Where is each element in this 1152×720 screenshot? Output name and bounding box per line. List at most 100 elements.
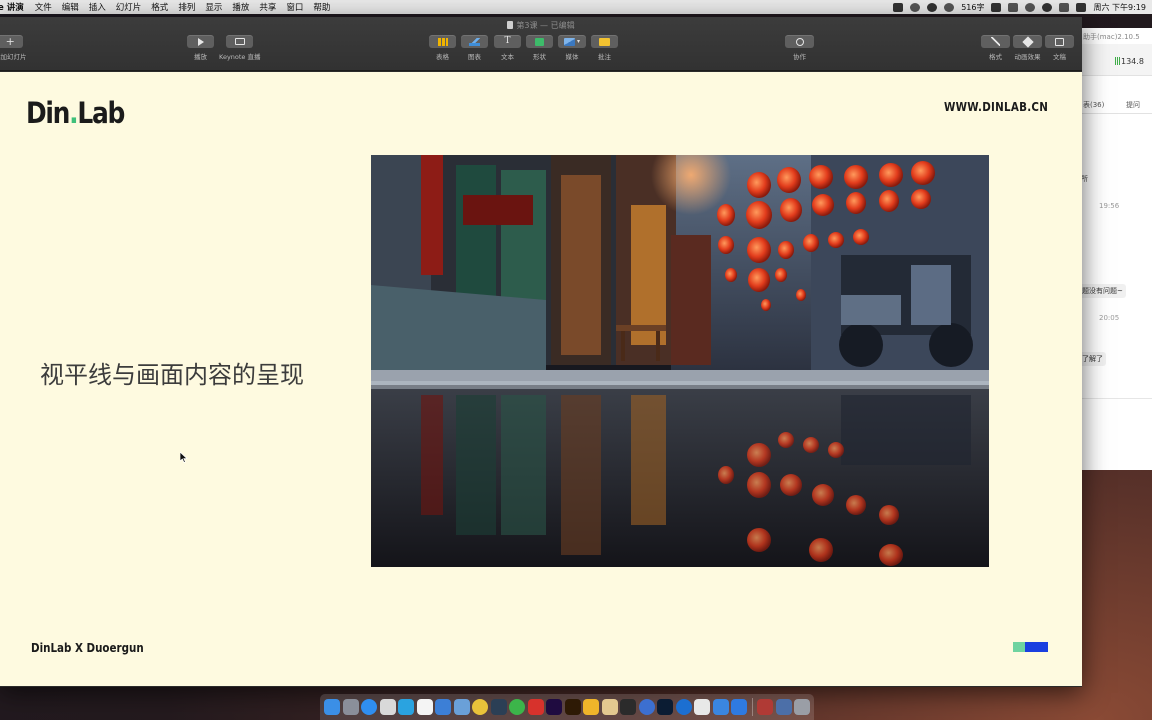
animate-button[interactable]: 动画效果 (1013, 35, 1042, 61)
calendar-icon[interactable] (416, 699, 433, 715)
footer-credit[interactable]: DinLab X Duoergun (31, 641, 144, 655)
menu-edit[interactable]: 编辑 (57, 1, 84, 13)
photo-image (371, 155, 989, 567)
sync-icon[interactable] (910, 2, 921, 12)
menu-view[interactable]: 显示 (200, 1, 227, 13)
folder-icon[interactable] (775, 699, 792, 715)
document-status: — 已编辑 (540, 21, 575, 30)
sketch-icon[interactable] (583, 699, 599, 715)
shape-icon (535, 37, 544, 46)
play-label: 播放 (194, 53, 207, 61)
media-icon (563, 37, 575, 46)
menu-file[interactable]: 文件 (30, 1, 57, 13)
volume-icon[interactable] (1059, 2, 1070, 12)
chart-button[interactable]: 图表 (461, 35, 488, 61)
safari-icon[interactable] (361, 699, 377, 715)
app-red-icon[interactable] (527, 699, 544, 715)
media-button[interactable]: ▾ 媒体 (558, 35, 586, 61)
add-slide-label: 添加幻灯片 (0, 53, 27, 61)
menu-play[interactable]: 播放 (227, 1, 254, 13)
photos-icon[interactable] (379, 699, 396, 715)
accent-bar-blue (1025, 642, 1048, 652)
chrome-icon[interactable] (472, 699, 488, 715)
illustrator-icon[interactable] (564, 699, 581, 715)
table-icon (437, 37, 448, 46)
telegram-icon[interactable] (398, 699, 414, 715)
website-text[interactable]: WWW.DINLAB.CN (944, 100, 1048, 114)
mouse-cursor (180, 452, 188, 463)
slide-heading[interactable]: 视平线与画面内容的呈现 (40, 355, 304, 390)
chat-window-title: 助手(mac)2.10.5 (1083, 33, 1140, 41)
paintbrush-icon (991, 37, 1000, 46)
after-effects-icon[interactable] (546, 699, 562, 715)
chat-tab-list[interactable]: 表(36) (1083, 100, 1104, 110)
finder-icon[interactable] (324, 699, 340, 715)
xcode-icon[interactable] (435, 699, 451, 715)
table-button[interactable]: 表格 (429, 35, 456, 61)
text-button[interactable]: T 文本 (494, 35, 521, 61)
pages-icon[interactable] (731, 699, 747, 715)
window-toolbar: 第3课 — 已编辑 + 添加幻灯片 播放 Keynote 直播 表格 图表 T … (0, 17, 1082, 71)
menu-app-name[interactable]: e 讲演 (0, 1, 30, 13)
wifi-icon[interactable] (1042, 2, 1053, 12)
menu-clock[interactable]: 周六 下午9:19 (1093, 2, 1146, 13)
menu-slide[interactable]: 幻灯片 (111, 1, 147, 13)
word-count-status[interactable]: 516字 (961, 2, 984, 13)
menu-extras: 516字 周六 下午9:19 (893, 0, 1146, 14)
s-app-icon[interactable] (1076, 2, 1087, 12)
connect-icon[interactable] (638, 699, 655, 715)
comment-button[interactable]: 批注 (591, 35, 618, 61)
trash-icon[interactable] (794, 699, 810, 715)
keynote-window: 第3课 — 已编辑 + 添加幻灯片 播放 Keynote 直播 表格 图表 T … (0, 17, 1082, 687)
media-label: 媒体 (565, 53, 579, 61)
chart-label: 图表 (468, 53, 481, 61)
downloads-icon[interactable] (757, 699, 773, 715)
menu-bar: e 讲演 文件 编辑 插入 幻灯片 格式 排列 显示 播放 共享 窗口 帮助 5… (0, 0, 1152, 14)
document-icon (507, 21, 514, 29)
background-chat-window[interactable]: 助手(mac)2.10.5 134.8 表(36) 提问 所 19:56 题没有… (1070, 28, 1152, 470)
chat-bubble: 了解了 (1079, 352, 1106, 366)
davinci-icon[interactable] (620, 699, 636, 715)
screen-record-icon[interactable] (893, 2, 904, 12)
signal-icon (1115, 57, 1120, 65)
menu-insert[interactable]: 插入 (84, 1, 111, 13)
chat-timestamp: 19:56 (1099, 202, 1120, 210)
text-label: 文本 (501, 53, 514, 61)
shape-button[interactable]: 形状 (526, 35, 553, 61)
document-button[interactable]: 文稿 (1045, 35, 1074, 61)
vpn-icon[interactable] (944, 2, 955, 12)
menu-help[interactable]: 帮助 (308, 1, 335, 13)
launchpad-icon[interactable] (342, 699, 359, 715)
play-button[interactable]: 播放 (187, 35, 214, 61)
chat-timestamp: 20:05 (1099, 314, 1120, 322)
input-method-icon[interactable] (991, 2, 1002, 12)
animate-label: 动画效果 (1014, 53, 1041, 61)
format-button[interactable]: 格式 (981, 35, 1010, 61)
collaborate-button[interactable]: 协作 (785, 35, 814, 61)
bluetooth-icon[interactable] (1025, 2, 1036, 12)
preview-icon[interactable] (453, 699, 470, 715)
accent-bar (1013, 642, 1048, 652)
quicktime-icon[interactable] (490, 699, 507, 715)
text-icon: T (504, 36, 511, 46)
menu-window[interactable]: 窗口 (281, 1, 308, 13)
slide-canvas[interactable]: Din.Lab WWW.DINLAB.CN 视平线与画面内容的呈现 DinLab… (0, 72, 1082, 686)
plus-icon: + (5, 35, 15, 48)
chart-icon (469, 37, 480, 46)
battery-icon[interactable] (1008, 2, 1019, 12)
menu-arrange[interactable]: 排列 (173, 1, 200, 13)
wps-icon[interactable] (694, 699, 710, 715)
street-photo[interactable] (371, 155, 989, 567)
menu-share[interactable]: 共享 (254, 1, 281, 13)
menu-format[interactable]: 格式 (146, 1, 173, 13)
keynote-live-button[interactable]: Keynote 直播 (219, 35, 261, 61)
add-slide-button[interactable]: + 添加幻灯片 (0, 35, 27, 61)
compressor-icon[interactable] (601, 699, 618, 715)
photoshop-icon[interactable] (657, 699, 673, 715)
keynote-icon[interactable] (712, 699, 729, 715)
wechat-icon[interactable] (509, 699, 525, 715)
browser-icon[interactable] (675, 699, 692, 715)
clock-status-icon[interactable] (927, 2, 938, 12)
chat-tab-questions[interactable]: 提问 (1126, 100, 1140, 110)
format-label: 格式 (989, 53, 1002, 61)
